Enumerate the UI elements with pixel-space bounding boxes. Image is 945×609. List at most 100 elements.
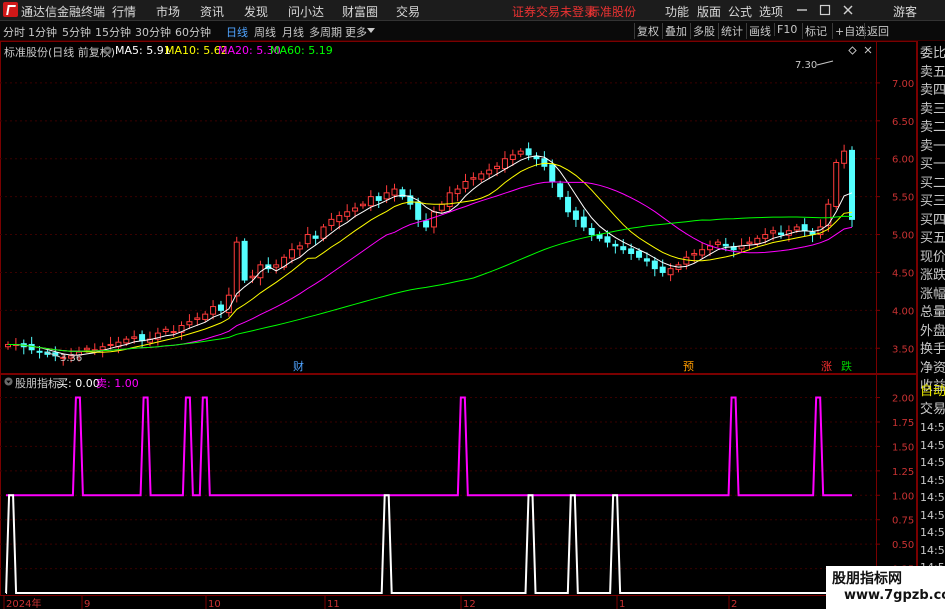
diamond-icon[interactable] [848, 46, 857, 55]
candle-body [328, 218, 335, 226]
trade-link[interactable]: 交易 [920, 401, 945, 419]
candle-body [415, 201, 422, 220]
candle-body [565, 196, 572, 213]
candle-body [99, 346, 106, 351]
ma-dropdown-icon[interactable] [103, 46, 112, 55]
chart-area[interactable]: 7.00 6.50 6.00 5.50 5.00 4.50 4.00 3.50 2.00 1.7… [0, 41, 917, 609]
candle-body [296, 245, 303, 250]
quote-row-label: 净资 [920, 360, 945, 376]
btn-add-watchlist[interactable]: +自选 [832, 23, 868, 39]
candle-body [430, 211, 437, 228]
candle-body [714, 241, 721, 245]
btn-f10[interactable]: F10 [774, 23, 799, 36]
indicator-name[interactable]: 股朋指标 [15, 375, 59, 391]
period-monthly[interactable]: 月线 [282, 24, 304, 40]
main-y-tick-label: 3.50 [892, 344, 914, 355]
watermark-title: 股朋指标网 [832, 571, 902, 587]
period-60min[interactable]: 60分钟 [175, 24, 211, 40]
main-y-tick-label: 5.50 [892, 193, 914, 204]
menu-layout[interactable]: 版面 [697, 3, 721, 20]
candle-body [533, 155, 540, 160]
marker-rise[interactable]: 涨 [821, 360, 832, 373]
quote-row-label: 卖五 [920, 64, 945, 80]
period-5min[interactable]: 5分钟 [62, 24, 91, 40]
period-multi[interactable]: 多周期 [309, 24, 342, 40]
tick-time: 14:56 [920, 456, 945, 469]
candle-body [841, 150, 848, 164]
marker-fall[interactable]: 跌 [841, 359, 852, 373]
candle-body [604, 236, 611, 243]
candle-body [123, 338, 130, 344]
btn-overlay[interactable]: 叠加 [662, 23, 689, 39]
indicator-y-tick-label: 0.75 [892, 516, 914, 527]
indicator-y-tick-label: 1.00 [892, 491, 914, 502]
candle-body [849, 149, 855, 220]
period-1min[interactable]: 1分钟 [28, 24, 57, 40]
candle-body [83, 347, 90, 351]
restore-icon[interactable] [818, 3, 832, 17]
menu-options[interactable]: 选项 [759, 3, 783, 20]
period-more[interactable]: 更多 [345, 24, 367, 40]
quote-row-label: 涨跌 [920, 268, 945, 283]
period-minute-line[interactable]: 分时 [3, 24, 25, 40]
quote-row-label: 卖三 [920, 101, 945, 117]
menu-trade[interactable]: 交易 [396, 3, 420, 20]
quote-row-label: 总量 [920, 305, 945, 320]
period-15min[interactable]: 15分钟 [95, 24, 131, 40]
guest-label[interactable]: 游客 [893, 3, 917, 20]
marker-finance[interactable]: 财 [293, 359, 304, 373]
btn-multi-stock[interactable]: 多股 [690, 23, 717, 39]
candle-body [454, 188, 461, 195]
menu-function[interactable]: 功能 [665, 3, 689, 20]
period-weekly[interactable]: 周线 [254, 24, 276, 40]
chevron-down-icon[interactable] [367, 28, 375, 34]
btn-draw-line[interactable]: 画线 [746, 23, 773, 39]
indicator-dropdown-icon[interactable] [4, 377, 13, 386]
candle-body [194, 317, 201, 320]
candle-body [438, 203, 445, 211]
time-axis-label: 1 [619, 599, 625, 609]
btn-back[interactable]: 返回 [864, 23, 891, 39]
trade-login-notice[interactable]: 证券交易未登录 [512, 3, 596, 20]
tick-time: 14:56 [920, 421, 945, 434]
menu-formula[interactable]: 公式 [728, 3, 752, 20]
marker-forecast[interactable]: 预 [683, 360, 694, 373]
close-icon[interactable] [841, 3, 855, 17]
candle-body [186, 321, 193, 326]
minimize-icon[interactable] [795, 3, 809, 17]
candle-body [304, 234, 311, 245]
menu-discover[interactable]: 发现 [244, 3, 268, 20]
tick-time: 14:56 [920, 543, 945, 557]
indicator-grid [0, 397, 876, 570]
current-stock-name: 标准股份 [588, 5, 637, 19]
time-axis-label: 10 [208, 599, 221, 609]
candle-body [517, 150, 524, 155]
app-logo-icon [3, 2, 18, 17]
candle-body [273, 264, 280, 268]
time-axis-label: 11 [327, 599, 340, 609]
stock-chart-title: 标准股份(日线 前复权) [4, 46, 116, 59]
period-30min[interactable]: 30分钟 [135, 24, 171, 40]
candle-body [501, 158, 508, 170]
candle-body [762, 234, 769, 239]
period-daily[interactable]: 日线 [226, 24, 248, 40]
menu-quotes[interactable]: 行情 [112, 3, 136, 20]
menu-market[interactable]: 市场 [156, 3, 180, 20]
btn-mark[interactable]: 标记 [802, 23, 829, 39]
candle-body [754, 237, 761, 245]
candle-body [139, 334, 146, 342]
candle-body [691, 252, 698, 256]
indicator-y-tick-label: 0.50 [892, 540, 914, 551]
menu-ask[interactable]: 问小达 [288, 3, 324, 20]
indicator-y-tick-label: 1.50 [892, 442, 914, 453]
btn-statistics[interactable]: 统计 [718, 23, 745, 39]
app-title: 通达信金融终端 [21, 5, 106, 19]
quote-row-label: 委比 [920, 46, 945, 61]
close-panel-icon[interactable] [863, 45, 873, 55]
auto-trade-link[interactable]: 自动 [920, 383, 945, 401]
menu-news[interactable]: 资讯 [200, 3, 224, 20]
candle-body [746, 241, 753, 245]
btn-restore-rights[interactable]: 复权 [634, 23, 661, 39]
tick-time: 14:56 [920, 473, 945, 487]
menu-wealth[interactable]: 财富圈 [342, 3, 378, 20]
